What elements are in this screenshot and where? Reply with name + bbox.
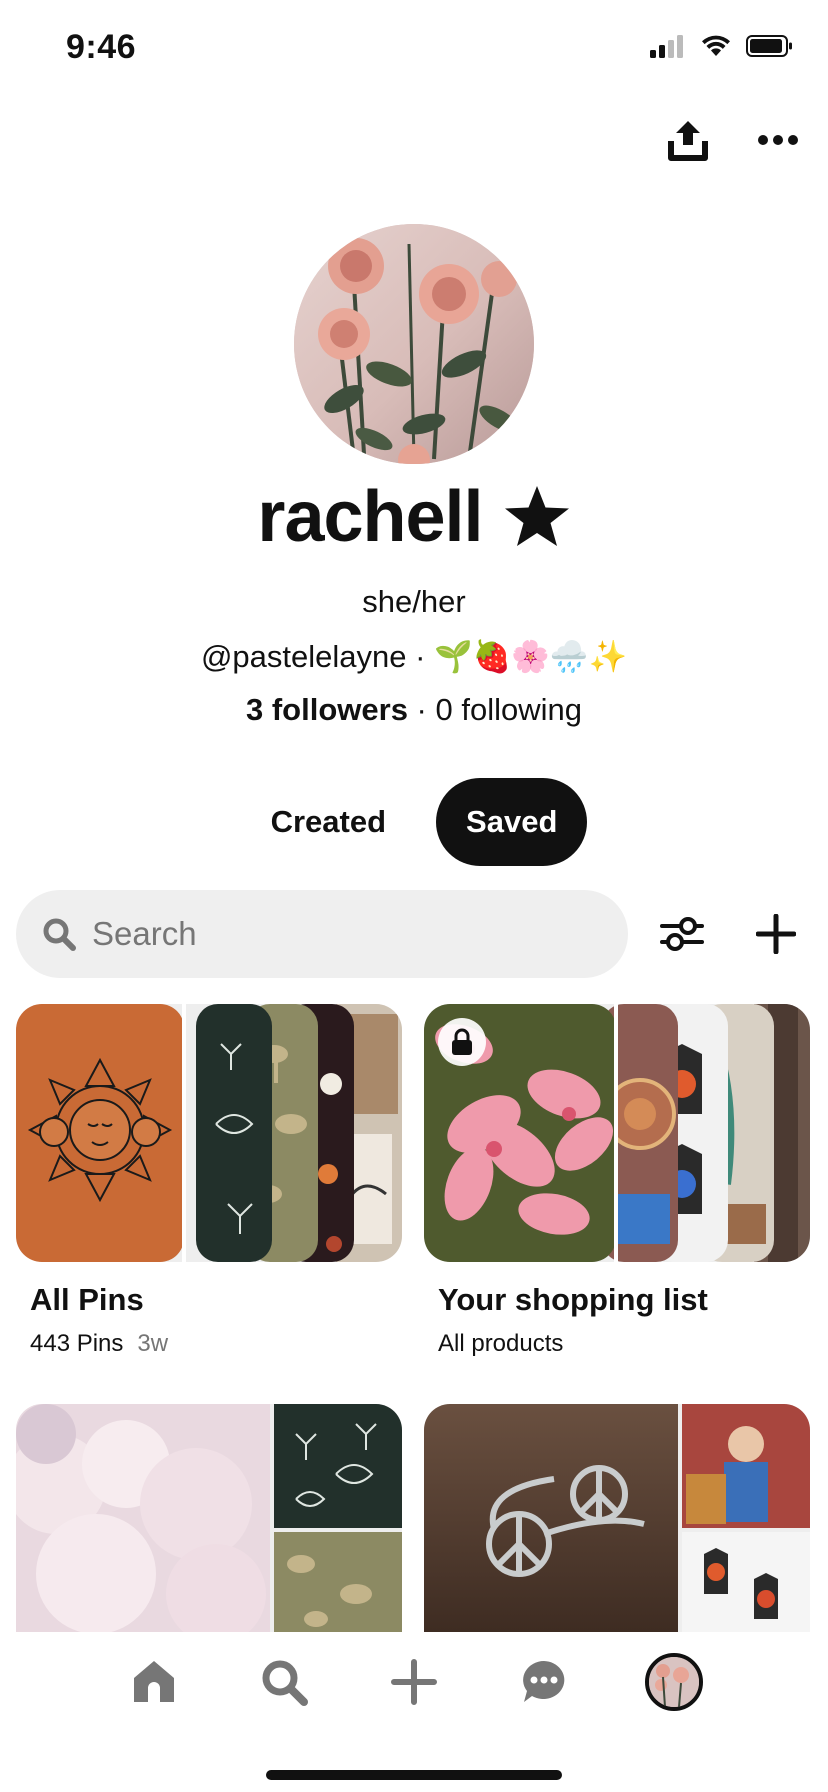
board-subtitle: 443 Pins 3w bbox=[30, 1330, 168, 1358]
board-title: All Pins bbox=[30, 1282, 144, 1317]
nav-avatar-image bbox=[649, 1657, 699, 1707]
profile-name: rachell bbox=[257, 477, 483, 557]
search-icon bbox=[43, 918, 76, 951]
following-count[interactable]: 0 following bbox=[436, 692, 582, 727]
follow-separator: · bbox=[407, 692, 436, 727]
board-cover-collage bbox=[16, 1004, 402, 1262]
bottom-nav-items bbox=[0, 1652, 828, 1712]
tab-saved[interactable]: Saved bbox=[436, 778, 588, 866]
profile-avatar[interactable] bbox=[294, 224, 534, 464]
board-pin-count: 443 Pins bbox=[30, 1330, 124, 1357]
wifi-icon bbox=[702, 35, 730, 56]
filter-icon bbox=[660, 917, 704, 951]
plus-icon bbox=[756, 914, 796, 954]
follow-stats: 3 followers · 0 following bbox=[0, 692, 828, 728]
board-cover bbox=[16, 1004, 402, 1262]
signal-icon bbox=[650, 35, 683, 58]
add-board-button[interactable] bbox=[744, 902, 808, 966]
filter-button[interactable] bbox=[650, 902, 714, 966]
header-actions bbox=[660, 112, 806, 168]
private-board-badge bbox=[438, 1018, 486, 1066]
board-cover-collage bbox=[424, 1404, 810, 1632]
search-tools bbox=[650, 902, 808, 966]
bottom-nav bbox=[0, 1632, 828, 1792]
avatar bbox=[645, 1653, 703, 1711]
board-subtitle: All products bbox=[438, 1330, 564, 1357]
home-icon bbox=[134, 1661, 174, 1702]
profile-handle: @pastelelayne · 🌱🍓🌸🌧️✨ bbox=[200, 639, 628, 674]
board-cover-collage bbox=[16, 1404, 402, 1632]
followers-count[interactable]: 3 followers bbox=[246, 692, 408, 727]
board-cover bbox=[16, 1404, 402, 1632]
nav-profile[interactable] bbox=[644, 1652, 704, 1712]
search-bar[interactable] bbox=[16, 890, 628, 978]
board-age: 3w bbox=[137, 1330, 169, 1357]
board-cover bbox=[424, 1404, 810, 1632]
share-button[interactable] bbox=[660, 112, 716, 168]
board-title: Your shopping list bbox=[438, 1282, 708, 1317]
status-bar: 9:46 bbox=[0, 0, 828, 100]
status-icons bbox=[650, 34, 794, 58]
profile-pronouns: she/her bbox=[362, 584, 466, 619]
nav-search[interactable] bbox=[254, 1652, 314, 1712]
more-options-button[interactable] bbox=[750, 112, 806, 168]
chat-icon bbox=[523, 1661, 565, 1702]
home-indicator bbox=[266, 1770, 562, 1780]
more-icon bbox=[758, 135, 798, 145]
avatar-roses-image bbox=[294, 224, 534, 464]
status-time: 9:46 bbox=[66, 28, 137, 66]
nav-home[interactable] bbox=[124, 1652, 184, 1712]
nav-messages[interactable] bbox=[514, 1652, 574, 1712]
share-icon bbox=[668, 121, 708, 161]
nav-create[interactable] bbox=[384, 1652, 444, 1712]
tab-created[interactable]: Created bbox=[241, 778, 416, 866]
profile-tabs: Created Saved bbox=[0, 778, 828, 866]
search-icon bbox=[262, 1660, 308, 1706]
search-input[interactable] bbox=[92, 915, 572, 953]
battery-icon bbox=[746, 35, 792, 57]
star-icon bbox=[504, 486, 569, 546]
profile-name-row: rachell bbox=[0, 476, 828, 558]
plus-icon bbox=[391, 1659, 437, 1705]
lock-icon bbox=[452, 1028, 472, 1055]
